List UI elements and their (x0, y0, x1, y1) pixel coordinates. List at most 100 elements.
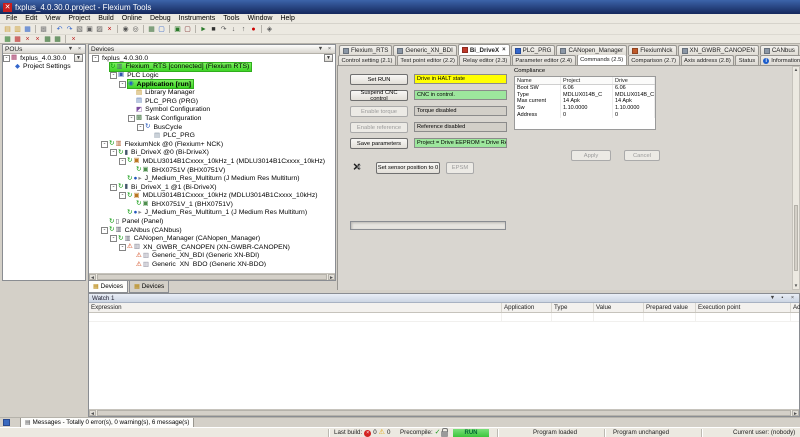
scroll-thumb[interactable] (97, 410, 791, 416)
doc-tab-flexium_rts[interactable]: Flexium_RTS (339, 45, 392, 55)
pous-combo-button[interactable]: ▼ (74, 54, 83, 62)
expander-icon[interactable]: - (119, 158, 126, 165)
step-over-icon[interactable]: ↷ (219, 25, 228, 34)
tree-item[interactable]: -↻▥FlexiumNck @0 (Flexium+ NCK) (89, 140, 335, 149)
new-file-icon[interactable]: ▤ (3, 25, 12, 34)
menu-instruments[interactable]: Instruments (175, 14, 220, 24)
tree-item[interactable]: ▤Library Manager (89, 88, 335, 97)
expander-icon[interactable]: - (119, 192, 126, 199)
device-red-icon[interactable]: ▦ (13, 35, 22, 44)
replace-icon[interactable]: ◎ (131, 25, 140, 34)
watch-close-icon[interactable]: × (789, 295, 796, 302)
subtab-parameter-editor-2-4-[interactable]: Parameter editor (2.4) (512, 55, 576, 65)
device-cross1-icon[interactable]: × (23, 35, 32, 44)
doc-tab-generic_xn_bdi[interactable]: Generic_XN_BDI (393, 45, 456, 55)
doc-tab-bi_drivex[interactable]: Bi_DriveX× (458, 44, 510, 55)
menu-view[interactable]: View (41, 14, 64, 24)
menu-project[interactable]: Project (64, 14, 94, 24)
scroll-right-icon[interactable]: ► (792, 410, 799, 416)
tree-item[interactable]: ↻▣BHX0751V_1 (BHX0751V) (89, 200, 335, 209)
tree-item[interactable]: ↻●▸J_Medium_Res_Multiturn (J Medium Res … (89, 174, 335, 183)
watch-column-expression[interactable]: Expression (89, 303, 502, 312)
tree-item[interactable]: -⚠▥XN_GWBR_CANOPEN (XN-GWBR-CANOPEN) (89, 243, 335, 252)
dock-tab-devices[interactable]: ▦Devices (129, 281, 169, 293)
scroll-thumb[interactable] (794, 205, 798, 272)
doc-tab-plc_prg[interactable]: PLC_PRG (511, 45, 556, 55)
tree-item[interactable]: ▤PLC_PRG (PRG) (89, 97, 335, 106)
devices-hscrollbar[interactable]: ◄ ► (89, 273, 335, 280)
device-dark2-icon[interactable]: ▦ (53, 35, 62, 44)
expander-icon[interactable]: - (110, 72, 117, 79)
watch-empty-row[interactable] (89, 313, 799, 322)
scroll-down-icon[interactable]: ▼ (793, 283, 799, 289)
watch-column-application[interactable]: Application (502, 303, 552, 312)
stop-icon[interactable]: ■ (209, 25, 218, 34)
watch-column-prepared-value[interactable]: Prepared value (644, 303, 696, 312)
subtab-comparison-2-7-[interactable]: Comparison (2.7) (628, 55, 680, 65)
tree-item[interactable]: -↻▥CANopen_Manager (CANopen_Manager) (89, 234, 335, 243)
devices-panel-header[interactable]: Devices ▼ × (89, 45, 335, 54)
expander-icon[interactable]: - (101, 141, 108, 148)
find-icon[interactable]: ◉ (121, 25, 130, 34)
menu-file[interactable]: File (2, 14, 21, 24)
undo-icon[interactable]: ↶ (55, 25, 64, 34)
expander-icon[interactable]: - (3, 55, 10, 62)
menu-edit[interactable]: Edit (21, 14, 41, 24)
menu-window[interactable]: Window (244, 14, 277, 24)
scroll-thumb[interactable] (97, 274, 327, 280)
scroll-left-icon[interactable]: ◄ (89, 410, 96, 416)
redo-icon[interactable]: ↷ (65, 25, 74, 34)
subtab-control-setting-2-1-[interactable]: Control setting (2.1) (338, 55, 396, 65)
subtab-information[interactable]: iInformation (760, 55, 800, 65)
set-run-button[interactable]: Set RUN (350, 74, 408, 85)
expander-icon[interactable]: - (119, 81, 126, 88)
watch-panel-header[interactable]: Watch 1 ▼ ▪ × (89, 294, 799, 303)
tree-item[interactable]: ↻●▸J_Medium_Res_Multiturn_1 (J Medium Re… (89, 209, 335, 218)
messages-tab[interactable]: ▤ Messages - Totally 0 error(s), 0 warni… (20, 418, 194, 428)
subtab-test-point-editor-2-2-[interactable]: Test point editor (2.2) (397, 55, 458, 65)
expander-icon[interactable]: - (128, 115, 135, 122)
build-icon[interactable]: ▢ (157, 25, 166, 34)
menu-help[interactable]: Help (276, 14, 298, 24)
expander-icon[interactable]: - (119, 244, 126, 251)
doc-tab-xn_gwbr_canopen[interactable]: XN_GWBR_CANOPEN (678, 45, 759, 55)
tree-item[interactable]: -↻▮Bi_DriveX @0 (Bi-DriveX) (89, 149, 335, 158)
suspend-cnc-control-button[interactable]: Suspend CNC control (350, 90, 408, 101)
close-icon[interactable]: × (502, 47, 506, 53)
devices-close-icon[interactable]: × (326, 46, 333, 53)
tree-item[interactable]: ▤PLC_PRG (89, 131, 335, 140)
tree-item[interactable]: -↻▥CANbus (CANbus) (89, 226, 335, 235)
tree-item[interactable]: -▣PLC Logic (89, 71, 335, 80)
step-into-icon[interactable]: ↓ (229, 25, 238, 34)
watch-dropdown-icon[interactable]: ▼ (769, 295, 776, 302)
tree-combo-button[interactable]: ▼ (324, 54, 333, 62)
dock-tab-devices[interactable]: ▦Devices (88, 281, 128, 293)
tree-item[interactable]: ↻▯Panel (Panel) (89, 217, 335, 226)
subtab-status[interactable]: Status (735, 55, 758, 65)
step-out-icon[interactable]: ↑ (239, 25, 248, 34)
doc-tab-canopen_manager[interactable]: CANopen_Manager (556, 45, 627, 55)
pous-close-icon[interactable]: × (76, 46, 83, 53)
tree-item[interactable]: -↻▮Bi_DriveX_1 @1 (Bi-DriveX) (89, 183, 335, 192)
watch-hscrollbar[interactable]: ◄ ► (89, 409, 799, 416)
tree-item[interactable]: ↻▥Flexium_RTS [connected] (Flexium RTS) (89, 63, 335, 72)
scroll-right-icon[interactable]: ► (328, 274, 335, 280)
watch-column-address[interactable]: Address (791, 303, 800, 312)
menu-build[interactable]: Build (94, 14, 118, 24)
tree-item[interactable]: -↻BusCycle (89, 123, 335, 132)
watch-pin-icon[interactable]: ▪ (779, 295, 786, 302)
compile-icon[interactable]: ▦ (147, 25, 156, 34)
save-parameters-button[interactable]: Save parameters (350, 138, 408, 149)
tree-item[interactable]: ⚠▥Generic_XN_BDI (Generic XN-BDI) (89, 252, 335, 261)
print-icon[interactable]: ▩ (39, 25, 48, 34)
watch-column-value[interactable]: Value (594, 303, 644, 312)
subtab-commands-2-5-[interactable]: Commands (2.5) (577, 55, 627, 65)
menu-tools[interactable]: Tools (219, 14, 243, 24)
device-cross2-icon[interactable]: × (33, 35, 42, 44)
editor-vscrollbar[interactable]: ▲ ▼ (792, 66, 800, 290)
expander-icon[interactable]: - (137, 124, 144, 131)
expander-icon[interactable]: - (110, 184, 117, 191)
subtab-axis-address-2-8-[interactable]: Axis address (2.8) (681, 55, 735, 65)
tree-item[interactable]: -◉Application [run] (89, 80, 335, 89)
open-file-icon[interactable]: ▥ (13, 25, 22, 34)
